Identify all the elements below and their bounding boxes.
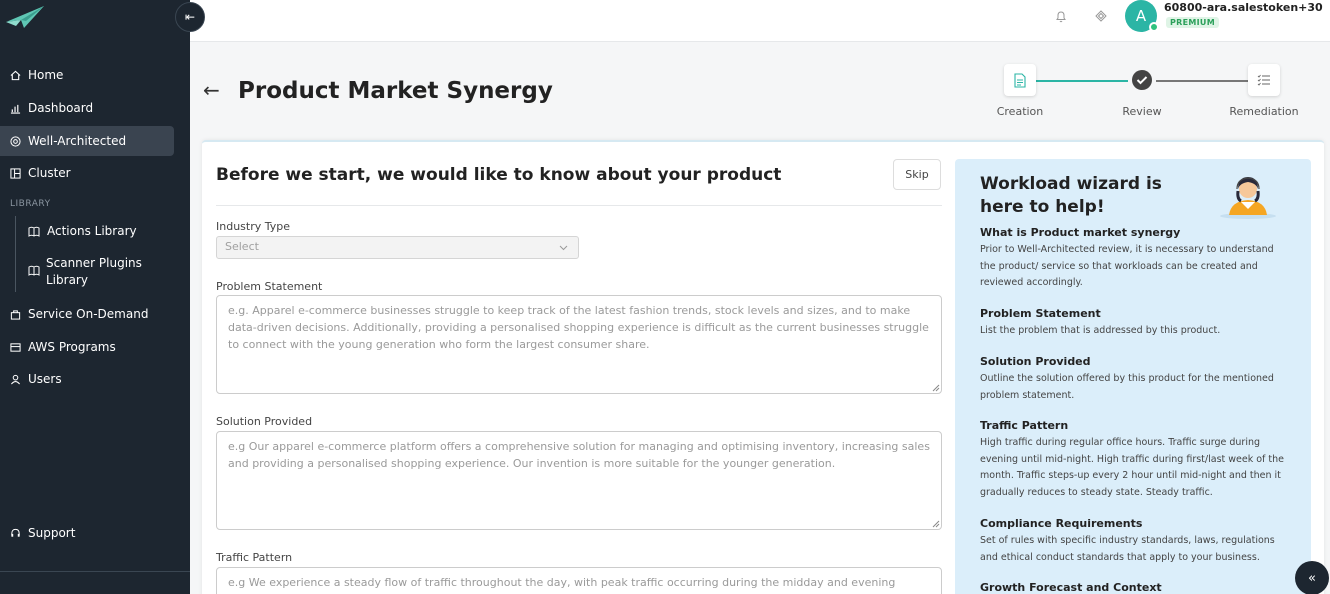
- skip-button[interactable]: Skip: [893, 159, 941, 190]
- industry-type-placeholder: Select: [225, 240, 259, 253]
- help-heading: Solution Provided: [980, 355, 1091, 368]
- user-icon: [9, 373, 21, 385]
- premium-badge: PREMIUM: [1166, 17, 1219, 28]
- bag-icon: [9, 308, 21, 320]
- target-icon: [9, 135, 21, 147]
- help-panel: Workload wizard is here to help! What is…: [955, 159, 1311, 594]
- problem-statement-placeholder: e.g. Apparel e-commerce businesses strug…: [228, 304, 929, 351]
- help-text: High traffic during regular office hours…: [980, 437, 1285, 498]
- double-chevron-left-icon: «: [1308, 570, 1316, 586]
- step-label-review: Review: [1122, 105, 1162, 118]
- help-text: Set of rules with specific industry stan…: [980, 535, 1275, 563]
- support-agent-illustration: [1220, 177, 1276, 219]
- traffic-pattern-placeholder: e.g We experience a steady flow of traff…: [228, 576, 896, 589]
- step-label-creation: Creation: [996, 105, 1044, 118]
- help-text: Prior to Well-Architected review, it is …: [980, 244, 1274, 288]
- help-heading: What is Product market synergy: [980, 226, 1181, 239]
- grid-icon: [9, 167, 21, 179]
- sidebar-item-scanner-plugins-library[interactable]: Scanner Plugins Library: [28, 255, 148, 289]
- expand-panel-button[interactable]: «: [1295, 561, 1329, 594]
- resize-handle-icon[interactable]: [932, 520, 940, 528]
- topbar: A 60800-ara.salestoken+30 PREMIUM: [190, 0, 1330, 42]
- help-title: Workload wizard is here to help!: [980, 174, 1162, 217]
- document-icon: [1014, 72, 1026, 88]
- help-heading: Compliance Requirements: [980, 517, 1143, 530]
- sidebar-item-label: Service On-Demand: [28, 307, 149, 321]
- diamond-icon[interactable]: [1093, 8, 1109, 24]
- sidebar-item-label: Users: [28, 372, 62, 386]
- step-remediation[interactable]: [1248, 64, 1280, 96]
- username[interactable]: 60800-ara.salestoken+30: [1164, 1, 1323, 14]
- stepper-line-complete: [1036, 80, 1128, 82]
- bar-chart-icon: [9, 102, 21, 114]
- step-creation[interactable]: [1004, 64, 1036, 96]
- library-rail: [15, 216, 16, 292]
- sidebar-item-label: Cluster: [28, 166, 71, 180]
- library-heading: LIBRARY: [10, 199, 51, 209]
- book-icon: [28, 225, 41, 242]
- sidebar-item-well-architected[interactable]: Well-Architected: [0, 126, 174, 156]
- sidebar-item-label: Dashboard: [28, 101, 94, 115]
- sidebar-item-label: Well-Architected: [28, 134, 127, 148]
- solution-provided-placeholder: e.g Our apparel e-commerce platform offe…: [228, 440, 930, 470]
- sidebar: Home Dashboard Well-Architected Cluster …: [0, 0, 190, 594]
- bell-icon[interactable]: [1053, 8, 1069, 24]
- help-heading: Growth Forecast and Context: [980, 581, 1162, 594]
- page-title: Product Market Synergy: [238, 78, 553, 104]
- traffic-pattern-textarea[interactable]: e.g We experience a steady flow of traff…: [216, 567, 942, 594]
- sidebar-collapse-button[interactable]: ⇤: [175, 2, 205, 32]
- sidebar-item-label: AWS Programs: [28, 340, 116, 354]
- problem-statement-label: Problem Statement: [216, 280, 323, 293]
- industry-type-label: Industry Type: [216, 220, 291, 233]
- traffic-pattern-label: Traffic Pattern: [216, 551, 293, 564]
- sidebar-item-label: Actions Library: [47, 224, 137, 238]
- sidebar-item-label: Support: [28, 526, 76, 540]
- resize-handle-icon[interactable]: [932, 384, 940, 392]
- sidebar-item-users[interactable]: Users: [0, 364, 174, 394]
- help-text: Outline the solution offered by this pro…: [980, 373, 1274, 401]
- solution-provided-textarea[interactable]: e.g Our apparel e-commerce platform offe…: [216, 431, 942, 530]
- sidebar-item-label: Home: [28, 68, 64, 82]
- avatar-letter: A: [1135, 7, 1147, 25]
- step-label-remediation: Remediation: [1229, 105, 1299, 118]
- sidebar-item-dashboard[interactable]: Dashboard: [0, 93, 174, 123]
- book-icon: [28, 264, 40, 281]
- industry-type-select[interactable]: Select: [216, 236, 579, 259]
- sidebar-item-cluster[interactable]: Cluster: [0, 158, 174, 188]
- problem-statement-textarea[interactable]: e.g. Apparel e-commerce businesses strug…: [216, 295, 942, 394]
- chevron-down-icon: [559, 241, 568, 254]
- form-title: Before we start, we would like to know a…: [216, 165, 782, 185]
- stepper-line-pending: [1156, 80, 1248, 82]
- headset-icon: [9, 527, 21, 539]
- online-status-dot: [1149, 22, 1159, 32]
- folder-icon: [9, 341, 21, 353]
- sidebar-item-actions-library[interactable]: Actions Library: [28, 223, 178, 242]
- step-review[interactable]: [1126, 64, 1158, 96]
- collapse-left-icon: ⇤: [184, 10, 196, 24]
- form-divider: [216, 205, 942, 206]
- sidebar-item-home[interactable]: Home: [0, 60, 174, 90]
- help-heading: Traffic Pattern: [980, 419, 1069, 432]
- help-heading: Problem Statement: [980, 307, 1101, 320]
- help-text: List the problem that is addressed by th…: [980, 325, 1221, 336]
- sidebar-divider: [0, 571, 190, 572]
- back-arrow-icon[interactable]: ←: [203, 80, 220, 100]
- sidebar-item-support[interactable]: Support: [0, 518, 174, 548]
- home-icon: [9, 69, 21, 81]
- sidebar-item-label: Scanner Plugins Library: [46, 256, 142, 287]
- sidebar-item-service-on-demand[interactable]: Service On-Demand: [0, 299, 174, 329]
- sidebar-item-aws-programs[interactable]: AWS Programs: [0, 332, 174, 362]
- list-icon: [1257, 74, 1270, 86]
- paper-plane-logo[interactable]: [4, 2, 46, 32]
- solution-provided-label: Solution Provided: [216, 415, 313, 428]
- check-circle-icon: [1132, 70, 1152, 90]
